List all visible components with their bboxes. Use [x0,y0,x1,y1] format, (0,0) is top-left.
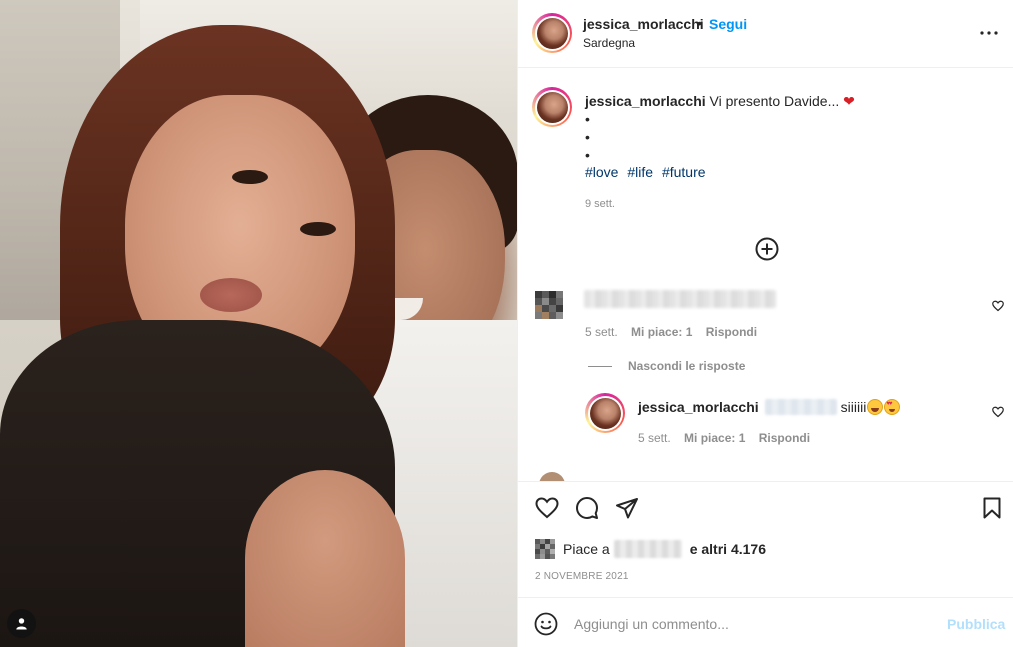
reply-button[interactable]: Rispondi [759,431,810,445]
comment-avatar[interactable] [535,291,563,319]
plus-circle-icon [755,237,779,261]
heart-icon[interactable] [535,496,559,520]
emoji-icon[interactable] [534,612,558,636]
reply-likes[interactable]: Mi piace: 1 [684,431,745,445]
reply-meta: 5 sett. Mi piace: 1 Rispondi [638,431,810,445]
reply-username[interactable]: jessica_morlacchi [638,399,759,415]
blurred-comment-text [584,290,776,308]
share-icon[interactable] [615,496,639,520]
blurred-liker-name[interactable] [613,540,682,558]
photo-arm [245,470,405,647]
liker-avatar[interactable] [535,539,555,559]
hide-replies-label: Nascondi le risposte [628,359,746,373]
hashtag-link[interactable]: #love [585,164,618,180]
caption-dot: • [585,111,590,127]
next-comment-avatar[interactable] [539,472,565,481]
profile-picture [589,397,621,429]
user-tag-button[interactable] [7,609,36,638]
person-icon [16,618,27,630]
like-reply-icon[interactable] [992,406,1004,418]
location-link[interactable]: Sardegna [583,36,635,50]
likes-summary: Piace a e altri 4.176 [535,539,766,559]
heart-eyes-emoji [884,399,901,415]
hashtags: #love #life #future [585,164,711,180]
publish-button[interactable]: Pubblica [947,616,1005,632]
hashtag-link[interactable]: #life [627,164,653,180]
photo-woman-eye [300,222,336,236]
reply-body: siiiiii [840,399,867,415]
caption-dot: • [585,129,590,145]
reply-timestamp[interactable]: 5 sett. [638,431,671,445]
post-header: jessica_morlacchi • Segui Sardegna [518,0,1013,68]
bookmark-icon[interactable] [980,496,1004,520]
hashtag-link[interactable]: #future [662,164,706,180]
post-actions: Piace a e altri 4.176 2 NOVEMBRE 2021 [518,481,1013,597]
caption-username[interactable]: jessica_morlacchi [585,93,706,109]
caption-body: Vi presento Davide... [709,93,840,109]
photo-woman-lips [200,278,262,312]
add-comment-bar: Pubblica [518,597,1013,647]
comment-timestamp[interactable]: 5 sett. [585,325,618,339]
comments-section[interactable]: jessica_morlacchi Vi presento Davide... … [518,69,1013,481]
heart-emoji: ❤ [843,93,855,109]
more-options-button[interactable] [976,22,1002,44]
separator-dot: • [697,15,702,31]
photo-woman-eye [232,170,268,184]
reply-button[interactable]: Rispondi [706,325,757,339]
profile-picture [536,91,568,123]
post-photo[interactable] [0,0,517,647]
like-comment-icon[interactable] [992,300,1004,312]
follow-button[interactable]: Segui [709,16,747,32]
more-horizontal-icon [980,31,998,35]
caption-timestamp[interactable]: 9 sett. [585,198,615,210]
post-date[interactable]: 2 NOVEMBRE 2021 [535,571,629,582]
reply-avatar[interactable] [585,393,625,433]
caption-dot: • [585,147,590,163]
caption-text: jessica_morlacchi Vi presento Davide... … [585,92,995,164]
blurred-mention[interactable] [764,399,837,415]
avatar[interactable] [532,13,572,53]
header-username[interactable]: jessica_morlacchi [583,16,704,32]
post-side-panel: jessica_morlacchi • Segui Sardegna jessi… [517,0,1013,647]
laughing-emoji [867,399,884,415]
likes-prefix: Piace a [563,541,610,557]
hide-replies-button[interactable]: Nascondi le risposte [588,359,745,373]
comment-input[interactable] [574,612,934,636]
likes-count-link[interactable]: e altri 4.176 [690,541,766,557]
comment-likes[interactable]: Mi piace: 1 [631,325,692,339]
comment-icon[interactable] [575,496,599,520]
load-more-comments-button[interactable] [755,237,779,261]
profile-picture [536,17,568,49]
caption-avatar[interactable] [532,87,572,127]
comment-meta: 5 sett. Mi piace: 1 Rispondi [585,325,757,339]
reply-text: jessica_morlacchi siiiiii [638,399,901,415]
divider [588,365,612,367]
